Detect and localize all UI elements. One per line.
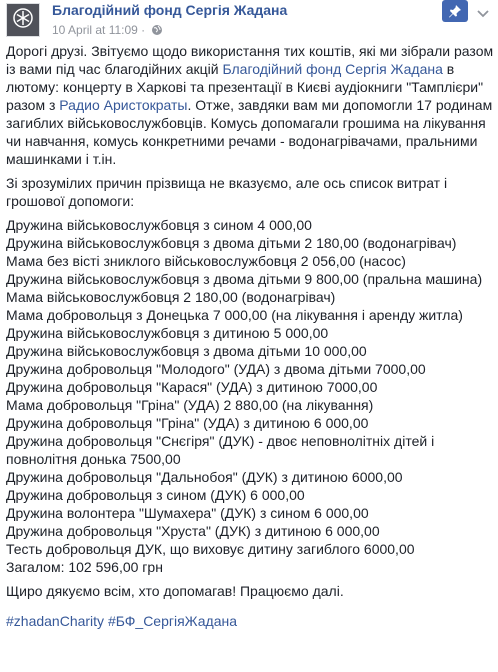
list-intro: Зі зрозумілих причин прізвища не вказуєм…	[6, 175, 448, 209]
expense-item: Дружина військовослужбовця з дитиною 5 0…	[6, 325, 329, 341]
expense-item: Дружина військовослужбовця з двома дітьм…	[6, 235, 457, 251]
pin-icon[interactable]	[442, 0, 468, 22]
charity-fund-logo-icon	[12, 7, 34, 34]
expense-item: Дружина військовослужбовця з двома дітьм…	[6, 343, 367, 359]
expense-total: Загалом: 102 596,00 грн	[6, 559, 163, 575]
intro-paragraph: Дорогі друзі. Звітуємо щодо використання…	[6, 42, 494, 168]
chevron-down-icon[interactable]	[477, 5, 489, 23]
post-meta: 10 April at 11:09 ·	[52, 23, 163, 39]
expense-item: Мама без вісті зниклого військовослужбов…	[6, 253, 406, 269]
expense-item: Мама добровольця "Гріна" (УДА) 2 880,00 …	[6, 397, 374, 413]
globe-icon[interactable]	[151, 24, 163, 39]
radio-aristokraty-link[interactable]: Радио Аристократы	[59, 97, 187, 113]
post-timestamp[interactable]: 10 April at 11:09	[52, 23, 138, 37]
fund-page-link[interactable]: Благодійний фонд Сергія Жадана	[222, 61, 442, 77]
expense-item: Дружина військовослужбовця з двома дітьм…	[6, 271, 483, 287]
expense-item: Дружина добровольця "Гріна" (УДА) з дити…	[6, 415, 369, 431]
facebook-post: Благодійний фонд Сергія Жадана 10 April …	[0, 0, 498, 672]
page-name-link[interactable]: Благодійний фонд Сергія Жадана	[52, 2, 287, 18]
expense-item: Тесть добровольця ДУК, що виховує дитину…	[6, 541, 415, 557]
expense-item: Мама добровольця з Донецька 7 000,00 (на…	[6, 307, 463, 323]
expense-item: Дружина добровольця "Молодого" (УДА) з д…	[6, 361, 426, 377]
expense-item: Дружина добровольця "Снєгіря" (ДУК) - дв…	[6, 433, 435, 467]
expense-list: Дружина військовослужбовця з сином 4 000…	[6, 216, 494, 576]
expense-item: Дружина добровольця "Карася" (УДА) з дит…	[6, 379, 378, 395]
meta-separator: ·	[137, 23, 149, 37]
post-header: Благодійний фонд Сергія Жадана 10 April …	[0, 0, 498, 40]
expense-item: Мама військовослужбовця 2 180,00 (водона…	[6, 289, 336, 305]
expense-item: Дружина волонтера "Шумахера" (ДУК) з син…	[6, 505, 369, 521]
expense-item: Дружина військовослужбовця з сином 4 000…	[6, 217, 312, 233]
expense-item: Дружина добровольця "Дальнобоя" (ДУК) з …	[6, 469, 403, 485]
expense-item: Дружина добровольця з сином (ДУК) 6 000,…	[6, 487, 305, 503]
hashtag-links[interactable]: #zhadanCharity #БФ_СергіяЖадана	[6, 612, 494, 630]
thanks-text: Щиро дякуємо всім, хто допомагав! Працює…	[6, 583, 344, 599]
page-avatar[interactable]	[6, 3, 40, 37]
expense-item: Дружина добровольця "Хруста" (ДУК) з дит…	[6, 523, 380, 539]
post-body: Дорогі друзі. Звітуємо щодо використання…	[6, 42, 494, 630]
